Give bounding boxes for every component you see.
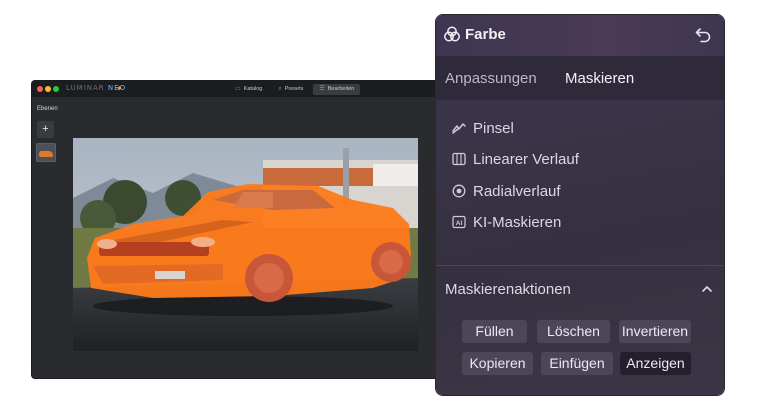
tab-katalog[interactable]: ▭ Katalog (229, 84, 268, 95)
radial-gradient-icon (452, 184, 466, 198)
ai-mask-icon: AI (452, 215, 466, 229)
tab-presets[interactable]: ⌕ Presets (272, 84, 309, 95)
zoom-window-button[interactable] (53, 86, 59, 92)
section-divider (436, 265, 724, 266)
linear-gradient-icon (452, 152, 466, 166)
farbe-panel: Farbe Anpassungen Maskieren Pinsel Linea… (436, 15, 724, 395)
tool-ki-maskieren[interactable]: AI KI-Maskieren (452, 212, 561, 232)
close-window-button[interactable] (37, 86, 43, 92)
layers-title: Ebenen (37, 106, 58, 112)
section-title-maskierenaktionen: Maskierenaktionen (445, 281, 571, 298)
brush-icon (452, 123, 466, 134)
fill-button[interactable]: Füllen (462, 320, 527, 343)
color-circles-icon (444, 26, 460, 42)
undo-icon[interactable] (694, 25, 712, 43)
photo-canvas[interactable] (73, 138, 418, 351)
layer-thumbnail[interactable] (36, 143, 56, 162)
tab-bearbeiten[interactable]: ☰ Bearbeiten (313, 84, 361, 95)
tool-pinsel[interactable]: Pinsel (452, 118, 514, 138)
add-layer-button[interactable]: + (37, 121, 54, 138)
copy-button[interactable]: Kopieren (462, 352, 533, 375)
delete-button[interactable]: Löschen (537, 320, 610, 343)
tool-linearer-verlauf[interactable]: Linearer Verlauf (452, 149, 579, 169)
svg-text:AI: AI (456, 220, 463, 227)
car-photo (73, 138, 418, 351)
panel-tabs: Anpassungen Maskieren (436, 56, 724, 100)
show-button[interactable]: Anzeigen (620, 352, 691, 375)
tool-radialverlauf[interactable]: Radialverlauf (452, 181, 561, 201)
chevron-up-icon[interactable] (700, 282, 714, 296)
panel-title: Farbe (465, 26, 506, 43)
paste-button[interactable]: Einfügen (541, 352, 613, 375)
sliders-icon: ☰ (319, 86, 325, 92)
titlebar: LUMINAR NEO ✦ ▭ Katalog ⌕ Presets ☰ Bearbei… (32, 81, 444, 97)
invert-button[interactable]: Invertieren (619, 320, 691, 343)
tab-maskieren[interactable]: Maskieren (565, 70, 634, 87)
tab-anpassungen[interactable]: Anpassungen (445, 70, 537, 87)
catalog-icon: ▭ (235, 86, 241, 92)
app-tabs: ▭ Katalog ⌕ Presets ☰ Bearbeiten (229, 84, 361, 96)
search-icon: ⌕ (278, 86, 282, 92)
logo-mark-icon: ✦ (116, 84, 123, 93)
panel-header: Farbe (436, 15, 724, 56)
minimize-window-button[interactable] (45, 86, 51, 92)
